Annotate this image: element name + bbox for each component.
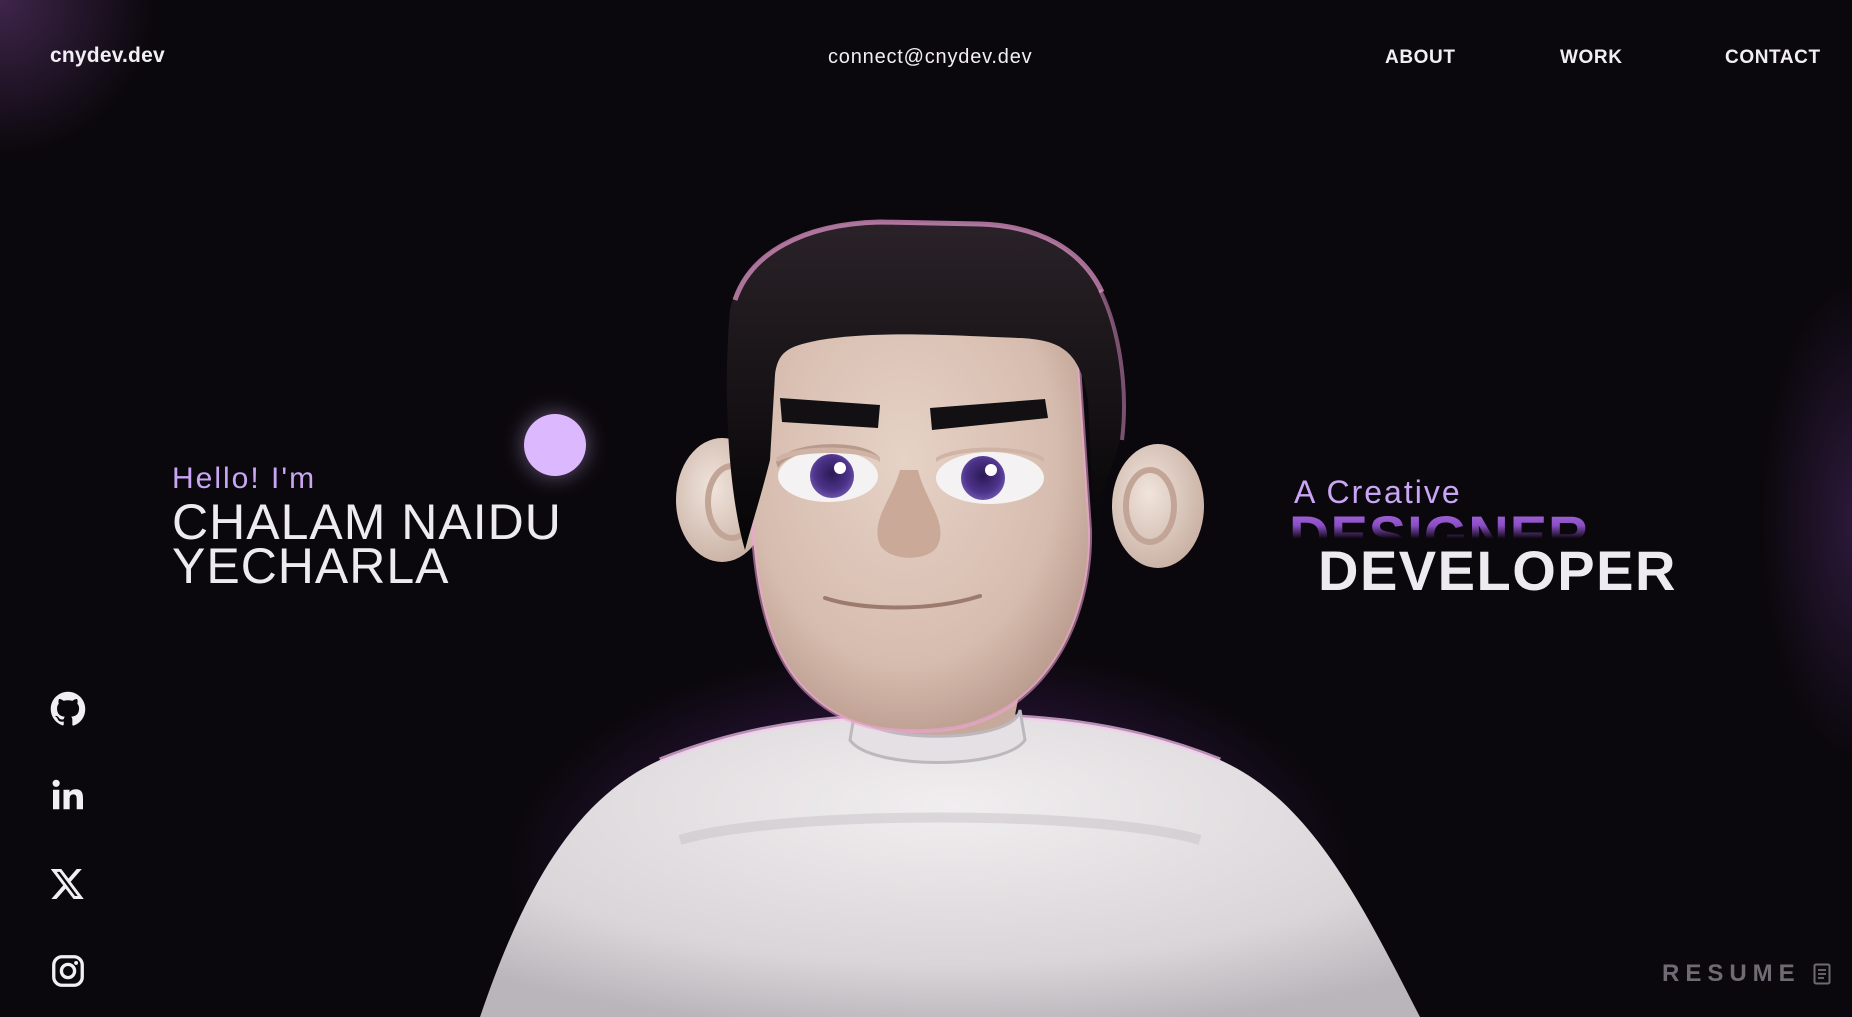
role-block: A Creative DESIGNER DEVELOPER [1289, 474, 1714, 614]
github-icon [50, 691, 86, 726]
instagram-link[interactable] [50, 953, 86, 989]
portfolio-page: cnydev.dev connect@cnydev.dev ABOUT WORK… [0, 0, 1852, 1017]
resume-button[interactable]: RESUME [1662, 960, 1831, 988]
avatar-ear-right [1112, 444, 1204, 568]
resume-label: RESUME [1662, 960, 1801, 987]
contact-email-link[interactable]: connect@cnydev.dev [828, 46, 1032, 69]
x-twitter-link[interactable] [50, 866, 86, 902]
instagram-icon [52, 955, 84, 987]
linkedin-icon [52, 779, 83, 810]
avatar-3d-character [480, 219, 1420, 1017]
x-icon [50, 869, 84, 899]
full-name-heading: CHALAM NAIDU YECHARLA [172, 497, 562, 594]
role-developer-text: DEVELOPER [1318, 539, 1677, 602]
greeting-text: Hello! I'm [172, 462, 317, 495]
nav-contact-link[interactable]: CONTACT [1725, 47, 1828, 69]
linkedin-link[interactable] [50, 777, 86, 813]
github-link[interactable] [50, 691, 86, 727]
document-icon [1813, 963, 1831, 985]
site-logo[interactable]: cnydev.dev [50, 44, 165, 68]
name-line-2: YECHARLA [172, 538, 450, 594]
intro-block: Hello! I'm CHALAM NAIDU YECHARLA [172, 462, 562, 594]
avatar-eye-left [776, 444, 880, 502]
